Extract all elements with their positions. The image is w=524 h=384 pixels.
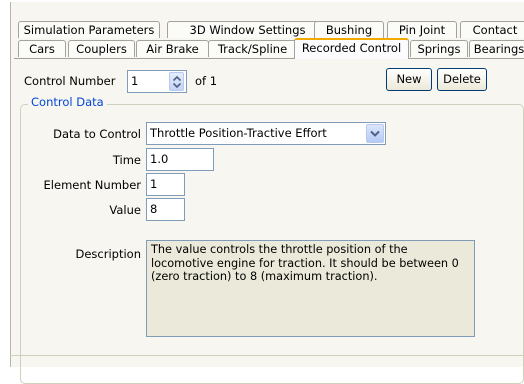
description-text: The value controls the throttle position… — [146, 240, 475, 337]
tab-simulation-parameters[interactable]: Simulation Parameters — [18, 21, 160, 38]
data-to-control-label: Data to Control — [53, 127, 141, 141]
tab-bearings[interactable]: Bearings — [469, 40, 524, 57]
tab-air-brake[interactable]: Air Brake — [136, 40, 209, 57]
description-label: Description — [75, 247, 142, 261]
tab-cars[interactable]: Cars — [18, 40, 66, 57]
chevron-down-icon[interactable] — [366, 124, 384, 143]
element-number-label: Element Number — [43, 178, 141, 192]
control-data-group-title: Control Data — [28, 95, 107, 109]
tab-contact[interactable]: Contact — [460, 21, 524, 38]
value-input[interactable]: 8 — [146, 198, 185, 221]
tab-springs[interactable]: Springs — [410, 40, 468, 57]
tab-pin-joint[interactable]: Pin Joint — [387, 21, 457, 38]
control-number-value: 1 — [131, 74, 139, 88]
control-number-spinner[interactable]: 1 — [127, 70, 187, 93]
bottom-divider — [10, 355, 524, 356]
data-to-control-value: Throttle Position-Tractive Effort — [150, 126, 327, 140]
tab-couplers[interactable]: Couplers — [68, 40, 135, 57]
element-number-input[interactable]: 1 — [146, 173, 185, 196]
control-count-label: of 1 — [195, 74, 218, 88]
tab-track-spline[interactable]: Track/Spline — [208, 40, 297, 57]
spinner-up-down-icon[interactable] — [169, 72, 184, 91]
control-number-label: Control Number — [24, 74, 116, 88]
tab-bushing[interactable]: Bushing — [314, 21, 384, 38]
new-button[interactable]: New — [386, 68, 432, 91]
tab-3d-window-settings[interactable]: 3D Window Settings — [167, 21, 328, 38]
value-label: Value — [109, 203, 141, 217]
delete-button[interactable]: Delete — [437, 68, 487, 91]
time-input[interactable]: 1.0 — [146, 148, 214, 171]
tab-recorded-control[interactable]: Recorded Control — [294, 38, 409, 59]
time-label: Time — [112, 153, 141, 167]
tab-panel-border — [14, 58, 524, 59]
data-to-control-dropdown[interactable]: Throttle Position-Tractive Effort — [146, 122, 386, 145]
